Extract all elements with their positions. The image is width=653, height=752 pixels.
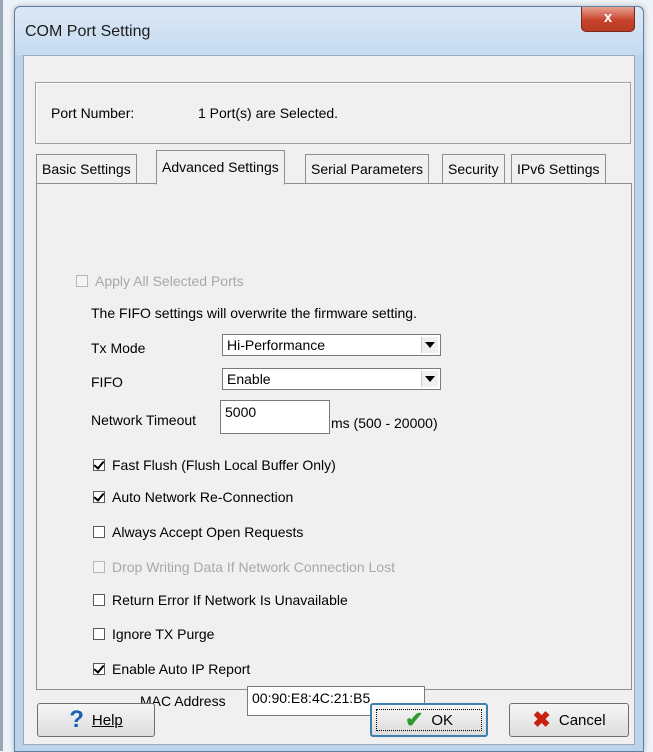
port-number-value: 1 Port(s) are Selected.: [198, 105, 339, 121]
port-number-label: Port Number:: [51, 105, 135, 121]
fast-flush-checkbox[interactable]: [93, 459, 105, 471]
fifo-value: Enable: [227, 371, 271, 387]
window-title: COM Port Setting: [25, 23, 151, 40]
auto-reconnect-label: Auto Network Re-Connection: [112, 489, 294, 505]
chevron-down-icon[interactable]: [421, 337, 438, 353]
network-timeout-input[interactable]: 5000: [220, 400, 330, 434]
auto-ip-report-label: Enable Auto IP Report: [112, 661, 251, 677]
close-button[interactable]: x: [581, 7, 635, 32]
ok-button[interactable]: ✔ OK: [370, 703, 488, 737]
drop-writing-label: Drop Writing Data If Network Connection …: [112, 559, 395, 575]
ignore-tx-purge-label: Ignore TX Purge: [112, 626, 215, 642]
dialog-body: Port Number: 1 Port(s) are Selected. Bas…: [23, 55, 635, 745]
tab-security[interactable]: Security: [442, 154, 505, 183]
cancel-button[interactable]: ✖ Cancel: [509, 703, 629, 737]
tab-basic-settings[interactable]: Basic Settings: [36, 154, 137, 183]
help-icon: ?: [69, 706, 84, 733]
ignore-tx-purge-checkbox[interactable]: [93, 628, 105, 640]
apply-all-checkbox[interactable]: [76, 275, 88, 287]
focus-ring: [376, 709, 482, 731]
advanced-settings-panel: Apply All Selected Ports The FIFO settin…: [36, 183, 632, 716]
auto-ip-report-checkbox[interactable]: [93, 663, 105, 675]
fifo-label: FIFO: [91, 374, 123, 390]
return-error-label: Return Error If Network Is Unavailable: [112, 592, 348, 608]
title-bar[interactable]: COM Port Setting x: [15, 7, 643, 55]
drop-writing-checkbox: [93, 561, 105, 573]
help-button[interactable]: ? Help: [37, 703, 155, 737]
tx-mode-select[interactable]: Hi-Performance: [222, 334, 441, 356]
return-error-checkbox[interactable]: [93, 594, 105, 606]
apply-all-label: Apply All Selected Ports: [95, 273, 244, 289]
help-button-label: Help: [91, 711, 123, 729]
auto-reconnect-checkbox[interactable]: [93, 491, 105, 503]
network-timeout-range: ms (500 - 20000): [331, 415, 438, 431]
fifo-note: The FIFO settings will overwrite the fir…: [91, 305, 417, 321]
cancel-x-icon: ✖: [532, 707, 551, 732]
tx-mode-value: Hi-Performance: [227, 337, 326, 353]
background-window-edge: [0, 0, 3, 751]
com-port-setting-dialog: COM Port Setting x Port Number: 1 Port(s…: [14, 6, 644, 752]
always-accept-label: Always Accept Open Requests: [112, 524, 304, 540]
tab-ipv6-settings[interactable]: IPv6 Settings: [511, 154, 606, 183]
fast-flush-label: Fast Flush (Flush Local Buffer Only): [112, 457, 336, 473]
tx-mode-label: Tx Mode: [91, 340, 146, 356]
always-accept-checkbox[interactable]: [93, 526, 105, 538]
tab-advanced-settings[interactable]: Advanced Settings: [156, 150, 285, 185]
chevron-down-icon[interactable]: [421, 371, 438, 387]
network-timeout-label: Network Timeout: [91, 412, 197, 428]
fifo-select[interactable]: Enable: [222, 368, 441, 390]
port-number-group: Port Number: 1 Port(s) are Selected.: [35, 82, 631, 144]
cancel-button-label: Cancel: [558, 711, 606, 729]
close-icon: x: [603, 9, 613, 26]
tab-serial-parameters[interactable]: Serial Parameters: [305, 154, 430, 183]
